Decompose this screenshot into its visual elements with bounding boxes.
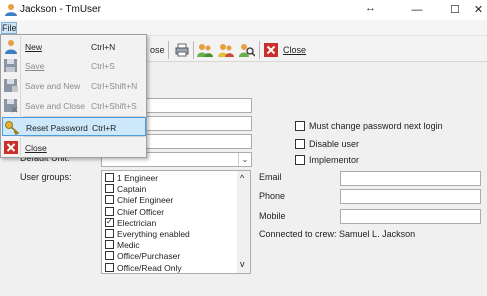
user-group-label: Everything enabled [117,229,190,239]
user-groups-label: User groups: [20,172,72,182]
user-group-item[interactable]: 1 Engineer [105,173,158,183]
app-user-icon [5,4,17,16]
toolbar-separator [259,41,260,59]
menu-item-close[interactable]: Close [2,138,146,157]
checkbox-unchecked[interactable] [105,262,114,272]
resize-icon: ↔ [365,2,376,14]
scroll-down-icon[interactable]: v [240,259,245,269]
disable-user-label: Disable user [309,139,360,149]
new-user-icon [5,40,17,54]
user-group-item[interactable]: Chief Officer [105,206,165,217]
menu-item-save[interactable]: Save Ctrl+S [2,56,146,75]
groups-scrollbar[interactable]: ^ v [237,171,250,273]
menu-file[interactable]: File [1,22,17,34]
menu-item-label: Save [25,61,45,71]
user-group-item[interactable]: Office/Purchaser [105,251,180,261]
user-group-label: Chief Officer [117,206,165,217]
title-bar: Jackson - TmUser ↔ — ☐ ✕ [0,0,487,20]
mobile-label: Mobile [259,211,286,221]
menu-item-shortcut: Ctrl+Shift+S [91,101,137,111]
chevron-down-icon[interactable]: ⌄ [238,153,251,166]
menu-item-shortcut: Ctrl+Shift+N [91,81,138,91]
checkbox-unchecked[interactable] [105,195,114,205]
minimize-button[interactable]: — [404,1,430,19]
user-group-item[interactable]: Captain [105,184,146,194]
toolbar-separator [168,41,169,59]
menu-item-label: New [25,42,43,52]
menu-item-new[interactable]: New Ctrl+N [2,37,146,56]
key-icon [5,121,20,135]
user-group-item[interactable]: Everything enabled [105,229,190,239]
email-field[interactable] [340,171,481,186]
user-group-label: Electrician [117,217,157,228]
menu-item-label: Save and New [25,81,81,91]
checkbox-unchecked[interactable] [105,240,114,250]
phone-field[interactable] [340,189,481,204]
toolbar-separator [193,41,194,59]
toolbar-save-close-label[interactable]: ose [150,45,165,55]
user-group-label: Office/Read Only [117,262,182,273]
toolbar-close-button[interactable]: Close [283,45,306,55]
user-group-item[interactable]: Chief Engineer [105,195,173,205]
user-group-yellow-icon[interactable] [218,42,234,58]
checkbox-checked[interactable] [105,217,114,227]
menu-item-label: Reset Password [26,123,88,133]
close-red-x-icon [4,141,18,154]
menu-item-save-and-new[interactable]: Save and New Ctrl+Shift+N [2,76,146,95]
menu-item-label: Save and Close [25,101,86,111]
file-dropdown-menu: New Ctrl+N Save Ctrl+S Save and New Ctrl… [0,34,147,158]
implementor-checkbox[interactable] [295,155,305,165]
print-icon[interactable] [174,42,190,58]
user-group-item[interactable]: Electrician [105,217,157,228]
close-red-x-icon[interactable] [264,43,278,57]
user-group-label: Medic [117,240,140,251]
menu-item-shortcut: Ctrl+N [91,42,116,52]
save-close-icon [4,99,18,113]
user-group-label: Chief Engineer [117,195,174,206]
checkbox-unchecked[interactable] [105,184,114,194]
user-group-green-icon[interactable] [197,42,213,58]
implementor-label: Implementor [309,155,360,165]
user-group-label: Office/Purchaser [117,251,181,262]
menu-item-shortcut: Ctrl+S [91,61,115,71]
disable-user-checkbox[interactable] [295,139,305,149]
window-title: Jackson - TmUser [20,4,101,15]
connected-crew-text: Connected to crew: Samuel L. Jackson [259,229,416,239]
must-change-password-label: Must change password next login [309,121,443,131]
user-group-item[interactable]: Medic [105,240,140,250]
close-window-button[interactable]: ✕ [470,1,487,19]
menu-item-save-and-close[interactable]: Save and Close Ctrl+Shift+S [2,96,146,115]
user-group-item[interactable]: Office/Read Only [105,262,182,273]
must-change-password-checkbox[interactable] [295,121,305,131]
mobile-field[interactable] [340,209,481,224]
phone-label: Phone [259,191,286,201]
user-group-label: Captain [117,184,147,195]
menu-separator [23,136,145,137]
menu-item-label: Close [25,143,47,153]
user-group-label: 1 Engineer [117,173,159,183]
save-disk-icon [4,59,17,72]
menu-item-reset-password[interactable]: Reset Password Ctrl+R [2,117,146,136]
maximize-button[interactable]: ☐ [442,1,468,19]
menu-item-shortcut: Ctrl+R [92,123,117,133]
checkbox-unchecked[interactable] [105,251,114,261]
checkbox-unchecked[interactable] [105,229,114,238]
scroll-up-icon[interactable]: ^ [240,173,244,183]
checkbox-unchecked[interactable] [105,173,114,182]
checkbox-unchecked[interactable] [105,206,114,216]
user-groups-list[interactable]: 1 Engineer Captain Chief Engineer Chief Off… [101,170,251,274]
save-new-icon [4,79,18,92]
email-label: Email [259,172,282,182]
user-group-search-icon[interactable] [239,42,255,58]
